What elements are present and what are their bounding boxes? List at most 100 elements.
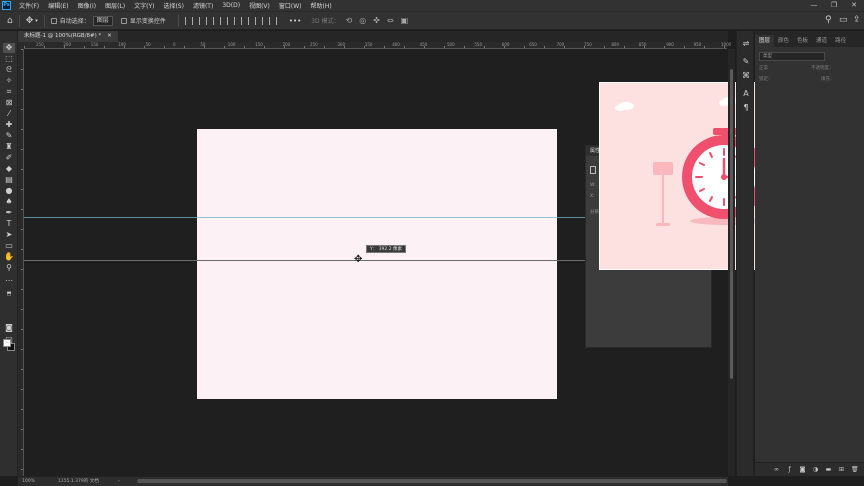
roll-3d-icon[interactable]: ◎ <box>359 16 366 25</box>
brushes-icon[interactable]: ⌘ <box>741 71 751 81</box>
menu-image[interactable]: 图像(I) <box>78 1 96 10</box>
pen-tool-icon[interactable]: ✒ <box>3 208 15 218</box>
distribute-icon[interactable] <box>268 16 277 25</box>
brush-settings-icon[interactable]: ✎ <box>741 57 751 67</box>
align-left-icon[interactable] <box>184 16 193 25</box>
eraser-tool-icon[interactable]: ◆ <box>3 164 15 174</box>
align-top-icon[interactable] <box>226 16 235 25</box>
lasso-tool-icon[interactable]: ᘓ <box>3 65 15 75</box>
new-layer-icon[interactable]: ⊞ <box>838 466 845 473</box>
horizontal-ruler[interactable] <box>24 42 727 49</box>
layers-panel: 图层 颜色 色板 通道 路径 类型 正常 不透明度： 锁定： 填充： ∞ ƒ ◙… <box>755 31 864 476</box>
horizontal-scrollbar[interactable] <box>137 479 727 483</box>
marquee-tool-icon[interactable]: ⬚ <box>3 54 15 64</box>
blur-tool-icon[interactable]: ● <box>3 186 15 196</box>
guide-line[interactable] <box>24 217 585 218</box>
menu-filter[interactable]: 滤镜(T) <box>193 1 213 10</box>
eyedropper-tool-icon[interactable]: ⁄ <box>3 109 15 119</box>
document-canvas[interactable] <box>197 129 557 399</box>
paragraph-panel-icon[interactable]: ¶ <box>741 103 751 113</box>
history-panel-icon[interactable]: ⇌ <box>741 39 751 49</box>
guide-line-dragging[interactable] <box>24 260 585 261</box>
default-colors-icon[interactable]: ⬒ <box>3 289 15 299</box>
crop-tool-icon[interactable]: ⌗ <box>3 87 15 97</box>
tab-channels[interactable]: 通道 <box>812 35 831 47</box>
quick-mask-icon[interactable]: ◙ <box>3 323 15 333</box>
menu-edit[interactable]: 编辑(E) <box>48 1 68 10</box>
menu-file[interactable]: 文件(F) <box>19 1 39 10</box>
tab-paths[interactable]: 路径 <box>831 35 850 47</box>
vertical-scrollbar[interactable] <box>728 49 735 476</box>
move-tool-icon[interactable]: ✥ <box>3 43 15 53</box>
zoom-level[interactable]: 100% <box>22 477 35 486</box>
screen-mode-icon[interactable]: ▢ <box>3 335 15 345</box>
clone-stamp-tool-icon[interactable]: ♜ <box>3 142 15 152</box>
pan-3d-icon[interactable]: ✜ <box>373 16 380 25</box>
menu-type[interactable]: 文字(Y) <box>134 1 154 10</box>
menu-select[interactable]: 选择(S) <box>163 1 184 10</box>
brush-tool-icon[interactable]: ✎ <box>3 131 15 141</box>
share-icon[interactable]: ⇪ <box>853 15 861 25</box>
adjustment-layer-icon[interactable]: ◑ <box>812 466 819 473</box>
add-mask-icon[interactable]: ◙ <box>799 466 806 473</box>
ruler-tick-label: 550 <box>474 42 483 47</box>
tab-layers[interactable]: 图层 <box>755 35 775 47</box>
restore-button[interactable]: ❐ <box>826 0 842 11</box>
document-info[interactable]: 1155.1.379的 文档 <box>58 477 99 486</box>
align-right-icon[interactable] <box>212 16 221 25</box>
scale-3d-icon[interactable]: ▣ <box>401 16 409 25</box>
type-tool-icon[interactable]: T <box>3 219 15 229</box>
dodge-tool-icon[interactable]: ♠ <box>3 197 15 207</box>
align-middle-v-icon[interactable] <box>240 16 249 25</box>
auto-select-label: 自动选择： <box>59 18 90 25</box>
tab-swatches[interactable]: 色板 <box>793 35 812 47</box>
menu-window[interactable]: 窗口(W) <box>279 1 302 10</box>
link-layers-icon[interactable]: ∞ <box>773 466 780 473</box>
healing-brush-tool-icon[interactable]: ✚ <box>3 120 15 130</box>
photoshop-logo-icon: Ps <box>2 1 11 10</box>
zoom-tool-icon[interactable]: ⚲ <box>3 263 15 273</box>
minimize-button[interactable]: — <box>806 0 822 11</box>
layer-style-icon[interactable]: ƒ <box>786 466 793 473</box>
slide-3d-icon[interactable]: ⇔ <box>387 16 394 25</box>
shape-tool-icon[interactable]: ▭ <box>3 241 15 251</box>
menu-view[interactable]: 视图(V) <box>249 1 270 10</box>
tool-preset-chevron-icon[interactable]: ▾ <box>35 18 38 24</box>
menu-layer[interactable]: 图层(L) <box>105 1 125 10</box>
align-bottom-icon[interactable] <box>254 16 263 25</box>
home-icon[interactable]: ⌂ <box>7 16 13 26</box>
new-group-icon[interactable]: ▬ <box>825 466 832 473</box>
gradient-tool-icon[interactable]: ▤ <box>3 175 15 185</box>
close-tab-icon[interactable]: ✕ <box>107 33 112 39</box>
orbit-3d-icon[interactable]: ⟲ <box>346 16 353 25</box>
workspace-icon[interactable]: ▭ <box>839 15 848 25</box>
align-center-h-icon[interactable] <box>198 16 207 25</box>
auto-select-target-dropdown[interactable]: 图层 <box>92 15 113 26</box>
show-transform-checkbox[interactable] <box>120 17 127 24</box>
delete-layer-icon[interactable]: 🗑 <box>851 466 859 473</box>
menu-3d[interactable]: 3D(D) <box>222 2 240 9</box>
auto-select-checkbox[interactable] <box>50 17 57 24</box>
edit-toolbar-icon[interactable]: ⋯ <box>3 276 15 286</box>
divider <box>43 14 45 27</box>
document-tab[interactable]: 未标题-1 @ 100%(RGB/8#) * ✕ <box>18 31 118 42</box>
ruler-tick-label: 200 <box>282 42 291 47</box>
menu-help[interactable]: 帮助(H) <box>311 1 332 10</box>
hand-tool-icon[interactable]: ✋ <box>3 252 15 262</box>
ruler-tick-label: 0 <box>173 42 176 47</box>
frame-tool-icon[interactable]: ⊠ <box>3 98 15 108</box>
magic-wand-tool-icon[interactable]: ✧ <box>3 76 15 86</box>
status-nav-arrow-icon[interactable]: › <box>118 477 120 486</box>
history-brush-tool-icon[interactable]: ✐ <box>3 153 15 163</box>
tools-panel: ✥ ⬚ ᘓ ✧ ⌗ ⊠ ⁄ ✚ ✎ ♜ ✐ ◆ ▤ ● ♠ ✒ T ➤ ▭ ✋ … <box>0 31 18 476</box>
layer-filter-dropdown[interactable]: 类型 <box>759 52 825 61</box>
tab-color[interactable]: 颜色 <box>774 35 793 47</box>
ruler-tick-label: 500 <box>447 42 455 47</box>
more-options-button[interactable]: ••• <box>289 17 301 25</box>
move-tool-icon[interactable]: ✥ <box>26 16 34 26</box>
character-panel-icon[interactable]: A <box>741 89 751 99</box>
close-window-button[interactable]: ✕ <box>846 0 862 11</box>
path-selection-tool-icon[interactable]: ➤ <box>3 230 15 240</box>
search-icon[interactable]: ⚲ <box>825 15 832 25</box>
vertical-scrollbar-thumb[interactable] <box>730 69 733 379</box>
